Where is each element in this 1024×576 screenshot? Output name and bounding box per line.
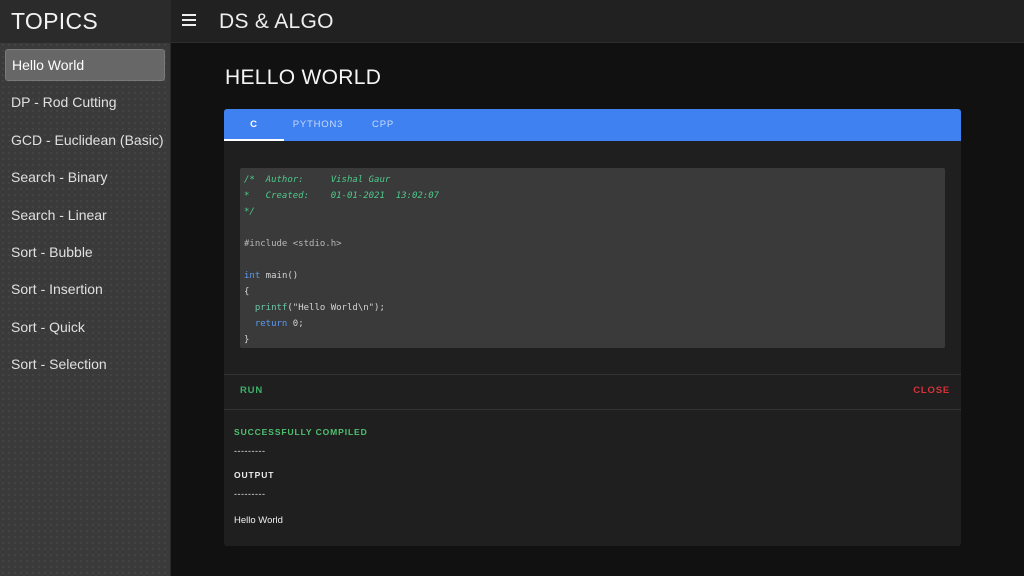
page-title: HELLO WORLD bbox=[225, 66, 382, 89]
code-card: C PYTHON3 CPP /* Author: Vishal Gaur * C… bbox=[224, 109, 961, 546]
code-include-line: #include <stdio.h> bbox=[244, 239, 342, 249]
sidebar-item-sort-quick[interactable]: Sort - Quick bbox=[5, 311, 165, 343]
top-app-bar: DS & ALGO bbox=[171, 0, 1024, 43]
code-brace-line: } bbox=[244, 335, 250, 345]
code-main-line: int main() bbox=[244, 268, 941, 284]
close-button[interactable]: CLOSE bbox=[913, 385, 950, 396]
app-title: DS & ALGO bbox=[219, 10, 334, 33]
sidebar: TOPICS Hello World DP - Rod Cutting GCD … bbox=[0, 0, 171, 576]
sidebar-item-sort-selection[interactable]: Sort - Selection bbox=[5, 348, 165, 380]
divider bbox=[224, 374, 961, 375]
tab-c[interactable]: C bbox=[224, 109, 284, 141]
code-keyword: return bbox=[244, 319, 288, 329]
sidebar-item-sort-bubble[interactable]: Sort - Bubble bbox=[5, 236, 165, 268]
code-text: main() bbox=[260, 271, 299, 281]
sidebar-item-search-binary[interactable]: Search - Binary bbox=[5, 161, 165, 193]
code-comment-line: */ bbox=[244, 207, 255, 217]
output-label: OUTPUT bbox=[234, 470, 275, 480]
output-separator: --------- bbox=[234, 489, 266, 499]
code-brace-line: { bbox=[244, 287, 250, 297]
code-comment-line: * Created: 01-01-2021 13:02:07 bbox=[244, 191, 440, 201]
sidebar-list: Hello World DP - Rod Cutting GCD - Eucli… bbox=[0, 43, 170, 380]
sidebar-item-sort-insertion[interactable]: Sort - Insertion bbox=[5, 273, 165, 305]
code-keyword: int bbox=[244, 271, 261, 281]
language-tabs: C PYTHON3 CPP bbox=[224, 109, 961, 141]
code-block: /* Author: Vishal Gaur * Created: 01-01-… bbox=[240, 168, 945, 348]
code-text: ("Hello World\n"); bbox=[287, 303, 385, 313]
sidebar-item-search-linear[interactable]: Search - Linear bbox=[5, 199, 165, 231]
code-function: printf bbox=[244, 303, 288, 313]
code-printf-line: printf("Hello World\n"); bbox=[244, 300, 941, 316]
output-separator: --------- bbox=[234, 446, 266, 456]
sidebar-title: TOPICS bbox=[0, 0, 170, 43]
run-button[interactable]: RUN bbox=[240, 385, 263, 396]
divider bbox=[224, 409, 961, 410]
sidebar-item-hello-world[interactable]: Hello World bbox=[5, 49, 165, 81]
code-return-line: return 0; bbox=[244, 316, 941, 332]
code-text: 0; bbox=[287, 319, 304, 329]
compile-status: SUCCESSFULLY COMPILED bbox=[234, 427, 368, 437]
sidebar-item-gcd-euclidean[interactable]: GCD - Euclidean (Basic) bbox=[5, 124, 165, 156]
hamburger-menu-icon[interactable] bbox=[182, 14, 196, 28]
code-comment-line: /* Author: Vishal Gaur bbox=[244, 175, 391, 185]
tab-cpp[interactable]: CPP bbox=[362, 109, 404, 141]
tab-python3[interactable]: PYTHON3 bbox=[284, 109, 352, 141]
sidebar-item-dp-rod-cutting[interactable]: DP - Rod Cutting bbox=[5, 86, 165, 118]
program-output: Hello World bbox=[234, 515, 283, 526]
active-tab-indicator bbox=[224, 139, 284, 141]
